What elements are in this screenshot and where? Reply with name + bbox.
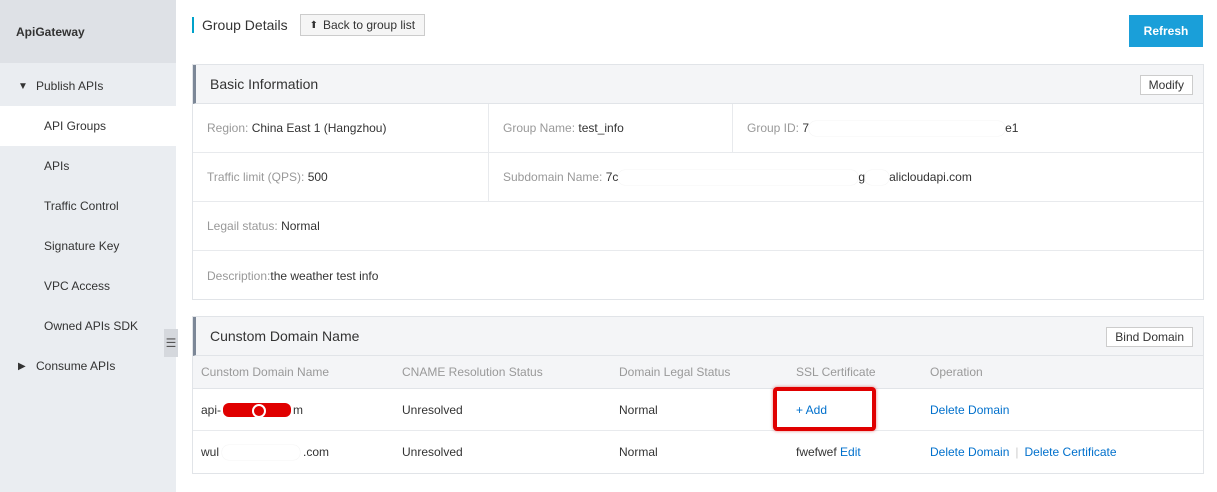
sidebar-item-vpc-access[interactable]: VPC Access (0, 266, 176, 306)
custom-domain-panel: Cunstom Domain Name Bind Domain Cunstom … (192, 316, 1204, 474)
group-id-prefix: 7 (802, 121, 810, 135)
table-row: wul .com Unresolved Normal fwefwef Edit D… (193, 431, 1203, 473)
column-header: CNAME Resolution Status (402, 365, 543, 379)
sidebar-item-apis[interactable]: APIs (0, 146, 176, 186)
redacted-value (618, 169, 859, 185)
group-name-value: test_info (578, 121, 624, 135)
redacted-value (809, 120, 1006, 136)
caret-right-icon: ▶ (18, 360, 26, 372)
info-row: Description: the weather test info (193, 251, 1203, 300)
table-row: api-m Unresolved Normal + Add Delete Dom… (193, 389, 1203, 431)
subdomain-suffix: alicloudapi.com (889, 170, 972, 184)
sidebar-group-consume-apis[interactable]: ▶ Consume APIs (0, 346, 176, 386)
delete-domain-link[interactable]: Delete Domain (930, 445, 1009, 459)
back-button-label: Back to group list (322, 18, 416, 32)
column-header: Operation (930, 365, 983, 379)
sidebar-collapse-icon[interactable]: ☰ (164, 329, 178, 357)
column-header: Domain Legal Status (619, 365, 731, 379)
traffic-limit-field: Traffic limit (QPS): 500 (193, 153, 488, 201)
region-field: Region: China East 1 (Hangzhou) (193, 104, 488, 152)
cname-status: Unresolved (402, 445, 463, 459)
legal-label: Legail status: (207, 219, 278, 233)
sidebar-group-label: Publish APIs (36, 79, 104, 93)
subdomain-mid: g (858, 170, 866, 184)
domain-prefix: wul (201, 445, 220, 459)
description-field: Description: the weather test info (193, 251, 1203, 300)
sidebar-item-owned-apis-sdk[interactable]: Owned APIs SDK (0, 306, 176, 346)
ssl-certificate-cell: fwefwef Edit (796, 431, 861, 473)
sidebar-group-publish-apis[interactable]: ▼ Publish APIs (0, 66, 176, 106)
delete-certificate-link[interactable]: Delete Certificate (1025, 445, 1117, 459)
edit-certificate-link[interactable]: Edit (840, 445, 861, 459)
group-name-label: Group Name: (503, 121, 576, 135)
subdomain-field: Subdomain Name: 7c g alicloudapi.com (488, 153, 1203, 201)
bind-domain-button[interactable]: Bind Domain (1106, 327, 1193, 347)
basic-information-panel: Basic Information Modify Region: China E… (192, 64, 1204, 300)
redacted-value (865, 169, 890, 185)
page-header: Group Details ⬆ Back to group list (192, 14, 426, 36)
subdomain-label: Subdomain Name: (503, 170, 603, 184)
domain-legal-status: Normal (619, 445, 658, 459)
region-value: China East 1 (Hangzhou) (251, 121, 387, 135)
sidebar-item-traffic-control[interactable]: Traffic Control (0, 186, 176, 226)
arrow-up-icon: ⬆ (309, 19, 318, 31)
description-value: the weather test info (270, 268, 379, 283)
description-label: Description: (207, 268, 271, 283)
page-title: Group Details (202, 17, 288, 33)
separator: | (1015, 445, 1019, 459)
back-to-group-list-button[interactable]: ⬆ Back to group list (299, 14, 426, 36)
domain-suffix: m (293, 402, 304, 417)
column-header: Cunstom Domain Name (201, 365, 330, 379)
group-name-field: Group Name: test_info (488, 104, 732, 152)
redacted-value (222, 444, 301, 460)
cname-status: Unresolved (402, 402, 463, 417)
group-id-suffix: e1 (1005, 121, 1019, 135)
domain-legal-status: Normal (619, 402, 658, 417)
subdomain-prefix: 7c (605, 170, 619, 184)
group-id-label: Group ID: (747, 121, 800, 135)
sidebar-group-label: Consume APIs (36, 359, 116, 373)
region-label: Region: (207, 121, 249, 135)
operation-cell: Delete Domain | Delete Certificate (930, 431, 1117, 473)
title-accent-bar (192, 17, 194, 33)
domain-cell: wul .com (201, 431, 329, 473)
app-title: ApiGateway (0, 0, 176, 63)
sidebar: ApiGateway ▼ Publish APIs API Groups API… (0, 0, 176, 492)
panel-header: Cunstom Domain Name Bind Domain (193, 317, 1203, 356)
traffic-value: 500 (307, 170, 328, 184)
table-header: Cunstom Domain Name CNAME Resolution Sta… (193, 356, 1203, 389)
domain-suffix: .com (303, 445, 330, 459)
info-row: Traffic limit (QPS): 500 Subdomain Name:… (193, 153, 1203, 202)
group-id-field: Group ID: 7 e1 (732, 104, 1203, 152)
domain-cell: api-m (201, 389, 303, 430)
refresh-button[interactable]: Refresh (1129, 15, 1203, 47)
traffic-label: Traffic limit (QPS): (207, 170, 305, 184)
caret-down-icon: ▼ (18, 80, 28, 92)
column-header: SSL Certificate (796, 365, 876, 379)
delete-domain-link[interactable]: Delete Domain (930, 389, 1009, 430)
domain-prefix: api- (201, 402, 222, 417)
info-row: Legail status: Normal (193, 202, 1203, 251)
panel-title: Cunstom Domain Name (210, 328, 360, 344)
panel-title: Basic Information (210, 76, 319, 92)
panel-header: Basic Information Modify (193, 65, 1203, 104)
legal-status-field: Legail status: Normal (193, 202, 1203, 250)
ssl-certificate-name: fwefwef (796, 445, 837, 459)
legal-value: Normal (281, 219, 320, 233)
sidebar-item-signature-key[interactable]: Signature Key (0, 226, 176, 266)
sidebar-item-api-groups[interactable]: API Groups (0, 106, 176, 146)
redaction-mark (223, 402, 292, 418)
info-row: Region: China East 1 (Hangzhou) Group Na… (193, 104, 1203, 153)
modify-button[interactable]: Modify (1139, 75, 1193, 95)
highlight-box (773, 387, 876, 431)
